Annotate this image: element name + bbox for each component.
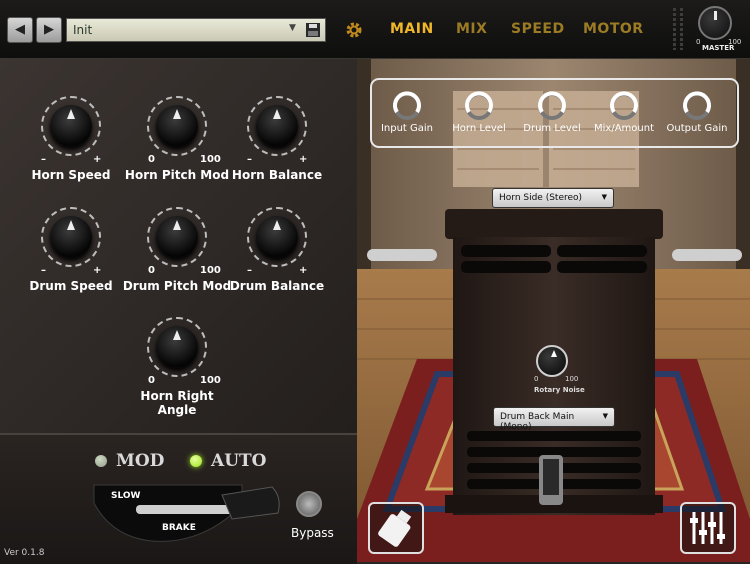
arrow-right-icon: ▶ — [44, 22, 54, 37]
mix-amount-label: Mix/Amount — [594, 123, 654, 134]
slow-label: SLOW — [111, 491, 141, 501]
tab-motor[interactable]: MOTOR — [583, 21, 644, 37]
knob-max-label: 100 — [200, 265, 221, 276]
knob-panel: – + Horn Speed 0 100 Horn Pitch Mod – + … — [0, 59, 357, 433]
horn-balance-knob[interactable] — [247, 96, 307, 156]
oil-button[interactable] — [368, 502, 424, 554]
drum-pitch-mod-control: 0 100 Drum Pitch Mod — [122, 207, 232, 297]
horn-speed-control: – + Horn Speed — [16, 96, 126, 186]
horn-right-angle-label: Horn Right Angle — [140, 389, 214, 417]
drum-mic-select[interactable]: Drum Back Main (Mono) ▼ — [493, 407, 615, 432]
version-label: Ver 0.1.8 — [4, 548, 45, 558]
horn-mic-select-value: Horn Side (Stereo) — [499, 193, 583, 203]
level-meter-left — [673, 8, 676, 50]
rotary-noise-max: 100 — [565, 375, 579, 383]
master-label: MASTER — [702, 44, 735, 52]
horn-level-label: Horn Level — [452, 123, 506, 134]
master-min: 0 — [696, 38, 701, 46]
mixer-button[interactable] — [680, 502, 736, 554]
horn-right-angle-knob[interactable] — [147, 317, 207, 377]
drum-balance-control: – + Drum Balance — [222, 207, 332, 297]
auto-label[interactable]: AUTO — [211, 451, 266, 471]
horn-mic-select[interactable]: Horn Side (Stereo) ▼ — [492, 188, 614, 208]
chevron-down-icon: ▼ — [601, 193, 607, 201]
mix-amount-knob[interactable] — [608, 90, 640, 122]
knob-min-label: – — [247, 265, 252, 276]
bypass-switch[interactable] — [296, 491, 322, 517]
output-gain-knob[interactable] — [681, 90, 713, 122]
mod-led[interactable] — [95, 455, 107, 467]
tab-speed[interactable]: SPEED — [511, 21, 565, 37]
horn-pitch-mod-control: 0 100 Horn Pitch Mod — [122, 96, 232, 186]
tab-main[interactable]: MAIN — [390, 21, 434, 37]
chevron-down-icon: ▼ — [289, 23, 296, 33]
knob-min-label: – — [41, 154, 46, 165]
tab-mix[interactable]: MIX — [456, 21, 487, 37]
drum-pitch-mod-knob[interactable] — [147, 207, 207, 267]
horn-pitch-mod-label: Horn Pitch Mod — [124, 168, 230, 182]
horn-balance-label: Horn Balance — [231, 168, 323, 182]
horn-pitch-mod-knob[interactable] — [147, 96, 207, 156]
drum-balance-knob[interactable] — [247, 207, 307, 267]
drum-speed-knob[interactable] — [41, 207, 101, 267]
horn-speed-label: Horn Speed — [31, 168, 111, 182]
rotary-noise-knob[interactable] — [536, 345, 568, 377]
knob-max-label: + — [299, 265, 308, 276]
drum-speed-label: Drum Speed — [29, 279, 113, 293]
next-preset-button[interactable]: ▶ — [36, 17, 62, 43]
top-bar: ◀ ▶ Init ▼ MAIN MIX SPEED MOTOR 0 100 MA… — [0, 0, 750, 59]
drum-balance-label: Drum Balance — [229, 279, 325, 293]
knob-min-label: – — [247, 154, 252, 165]
gear-icon[interactable] — [344, 20, 364, 40]
bypass-label: Bypass — [291, 526, 334, 540]
rotary-noise-label: Rotary Noise — [534, 386, 585, 394]
horn-level-knob[interactable] — [463, 90, 495, 122]
preset-name: Init — [73, 23, 93, 37]
chevron-down-icon: ▼ — [602, 412, 608, 420]
auto-led[interactable] — [190, 455, 202, 467]
knob-max-label: + — [93, 154, 102, 165]
drum-level-knob[interactable] — [536, 90, 568, 122]
knob-min-label: 0 — [148, 375, 155, 386]
knob-min-label: 0 — [148, 265, 155, 276]
floppy-disk-icon[interactable] — [305, 22, 321, 38]
output-gain-label: Output Gain — [666, 123, 728, 134]
master-knob[interactable] — [698, 6, 732, 40]
knob-min-label: 0 — [148, 154, 155, 165]
knob-max-label: + — [299, 154, 308, 165]
drum-speed-control: – + Drum Speed — [16, 207, 126, 297]
horn-right-angle-control: 0 100 Horn Right Angle — [122, 317, 232, 417]
mod-label[interactable]: MOD — [116, 451, 164, 471]
knob-min-label: – — [41, 265, 46, 276]
prev-preset-button[interactable]: ◀ — [7, 17, 33, 43]
knob-max-label: + — [93, 265, 102, 276]
horn-balance-control: – + Horn Balance — [222, 96, 332, 186]
preset-select[interactable]: Init ▼ — [66, 18, 326, 42]
arrow-left-icon: ◀ — [15, 22, 25, 37]
drum-pitch-mod-label: Drum Pitch Mod — [122, 279, 232, 293]
oil-bottle-icon — [378, 509, 412, 547]
rotary-noise-min: 0 — [534, 375, 539, 383]
brake-label: BRAKE — [162, 523, 196, 533]
input-gain-knob[interactable] — [391, 90, 423, 122]
drum-level-label: Drum Level — [523, 123, 581, 134]
knob-max-label: 100 — [200, 375, 221, 386]
level-meter-right — [680, 8, 683, 50]
input-gain-label: Input Gain — [380, 123, 434, 134]
knob-max-label: 100 — [200, 154, 221, 165]
horn-speed-knob[interactable] — [41, 96, 101, 156]
mixer-sliders-icon — [690, 512, 725, 544]
